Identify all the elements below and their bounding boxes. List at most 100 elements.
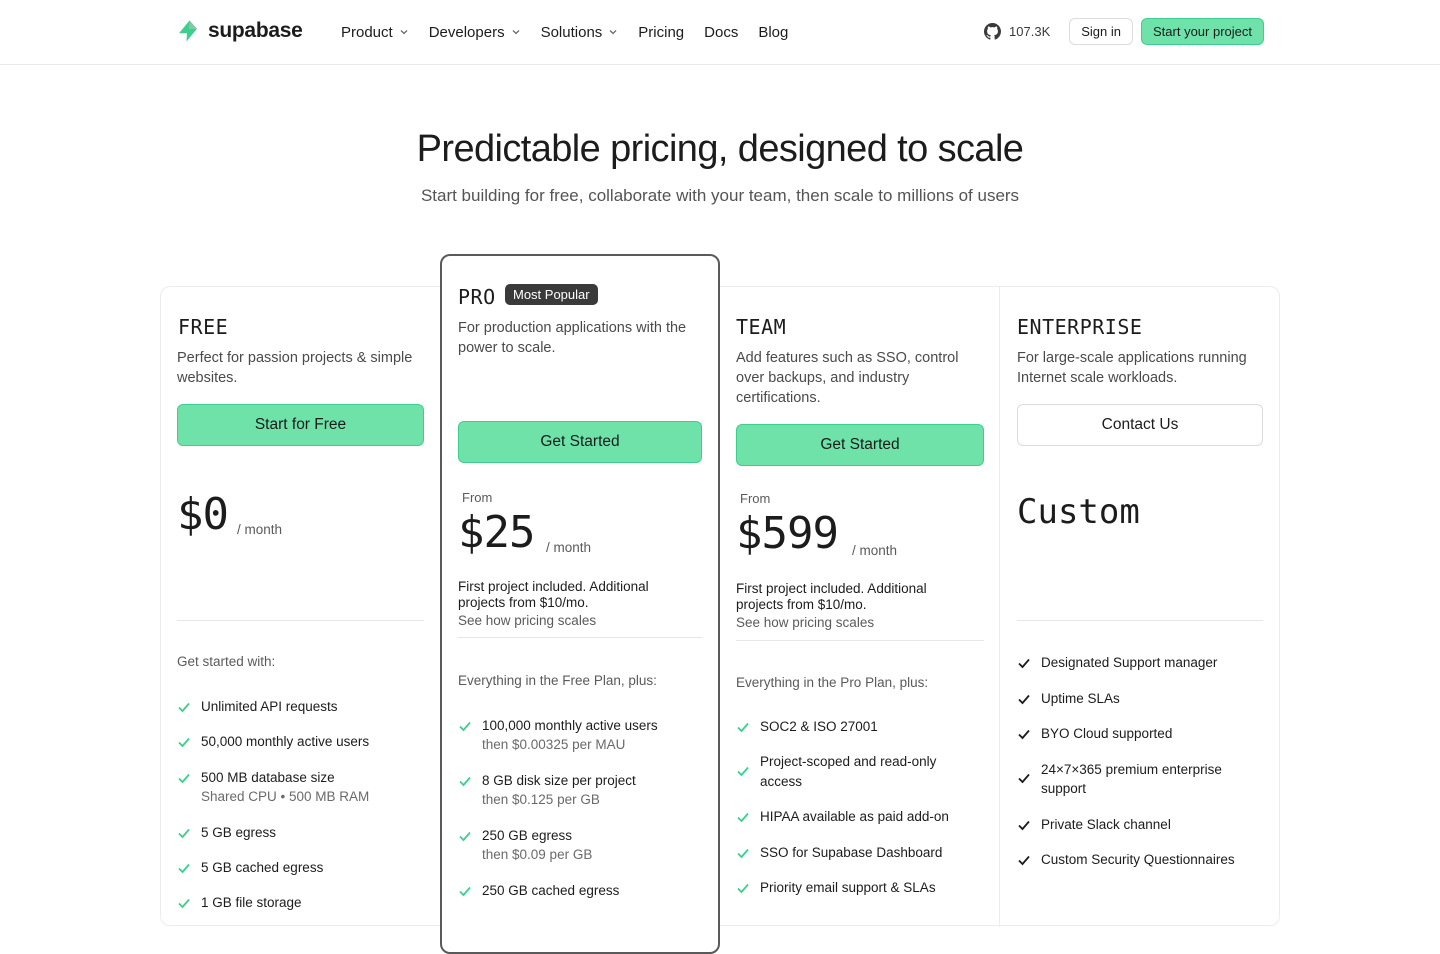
plan-description: Perfect for passion projects & simple we… [177,350,413,386]
check-icon [1018,855,1030,866]
feature-text: 5 GB cached egress [201,860,324,875]
plan-name: TEAM [736,315,787,339]
plan-price: $25 [458,507,535,558]
sign-in-button[interactable]: Sign in [1069,18,1133,45]
price-period: / month [237,522,283,537]
features-heading: Get started with: [177,654,276,669]
feature-item: Uptime SLAs [1017,689,1120,708]
check-icon [737,766,749,777]
divider [1017,620,1263,621]
nav-actions: 107.3K Sign in Start your project [984,18,1264,45]
divider [458,637,702,638]
feature-text: SSO for Supabase Dashboard [760,845,943,860]
plan-description: For large-scale applications running Int… [1017,350,1247,386]
start-for-free-button[interactable]: Start for Free [177,404,424,446]
plan-card-pro: PRO Most Popular For production applicat… [440,254,720,954]
feature-item: 500 MB database size Shared CPU • 500 MB… [177,768,369,806]
feature-main: 500 MB database size [201,770,335,785]
check-icon [178,702,190,713]
feature-text: 500 MB database size Shared CPU • 500 MB… [201,768,369,806]
plan-price: $0 [177,489,229,540]
feature-text: Designated Support manager [1041,655,1218,670]
price-period: / month [852,543,898,558]
price-from-label: From [462,490,493,505]
plan-card-enterprise: ENTERPRISE For large-scale applications … [1001,287,1279,927]
feature-item: 1 GB file storage [177,893,302,912]
top-nav: supabase Product Developers Solutions Pr… [0,0,1440,65]
nav-developers-label: Developers [428,23,505,41]
get-started-button[interactable]: Get Started [736,424,984,466]
feature-sub: then $0.09 per GB [482,847,593,862]
feature-item: SOC2 & ISO 27001 [736,717,878,736]
price-note: First project included. Additional proje… [458,579,649,610]
page-subtitle: Start building for free, collaborate wit… [420,186,1020,205]
contact-us-button[interactable]: Contact Us [1017,404,1263,446]
feature-item: BYO Cloud supported [1017,724,1172,743]
feature-item: 50,000 monthly active users [177,732,369,751]
nav-solutions-label: Solutions [540,23,603,41]
supabase-logo-icon [179,20,197,42]
price-from-label: From [740,491,771,506]
plan-description: For production applications with the pow… [458,320,687,356]
feature-item: SSO for Supabase Dashboard [736,843,942,862]
main-nav: Product Developers Solutions Pricing Doc… [341,21,808,43]
plan-price: Custom [1017,492,1140,532]
feature-item: 250 GB egress then $0.09 per GB [458,826,592,864]
check-icon [459,721,471,732]
feature-text: Priority email support & SLAs [760,880,936,895]
check-icon [737,722,749,733]
nav-solutions[interactable]: Solutions [541,24,619,41]
feature-item: 250 GB cached egress [458,881,619,900]
feature-item: Project-scoped and read-only access [736,752,976,792]
chevron-down-icon [512,30,520,35]
feature-item: 5 GB egress [177,823,276,842]
check-icon [178,898,190,909]
feature-main: 100,000 monthly active users [482,718,658,733]
plan-card-team: TEAM Add features such as SSO, control o… [720,287,1000,927]
feature-item: Custom Security Questionnaires [1017,850,1235,869]
divider [177,620,424,621]
start-project-button[interactable]: Start your project [1141,18,1264,45]
logo[interactable]: supabase [176,19,303,43]
github-stars-link[interactable]: 107.3K [984,23,1050,40]
plan-card-free: FREE Perfect for passion projects & simp… [161,287,441,927]
feature-sub: then $0.125 per GB [482,792,600,807]
plan-name: ENTERPRISE [1017,315,1143,339]
check-icon [459,886,471,897]
check-icon [737,848,749,859]
feature-text: HIPAA available as paid add-on [760,809,949,824]
feature-text: Unlimited API requests [201,699,338,714]
feature-text: 1 GB file storage [201,895,302,910]
feature-text: 50,000 monthly active users [201,734,370,749]
nav-docs[interactable]: Docs [704,24,738,41]
nav-product[interactable]: Product [341,24,409,41]
github-icon [984,23,1002,40]
nav-blog[interactable]: Blog [758,24,788,41]
check-icon [459,776,471,787]
feature-sub: then $0.00325 per MAU [482,737,626,752]
check-icon [1018,694,1030,705]
feature-item: Priority email support & SLAs [736,878,936,897]
chevron-down-icon [609,30,617,35]
get-started-button[interactable]: Get Started [458,421,702,463]
see-pricing-scales-link[interactable]: See how pricing scales [736,615,874,630]
feature-text: 250 GB cached egress [482,883,620,898]
nav-pricing[interactable]: Pricing [638,24,684,41]
divider [736,640,984,641]
feature-text: 100,000 monthly active users then $0.003… [482,716,658,754]
feature-item: 100,000 monthly active users then $0.003… [458,716,658,754]
feature-text: 250 GB egress then $0.09 per GB [482,826,592,864]
nav-developers[interactable]: Developers [429,24,521,41]
see-pricing-scales-link[interactable]: See how pricing scales [458,613,596,628]
feature-item: 5 GB cached egress [177,858,323,877]
feature-text: Project-scoped and read-only access [760,754,937,789]
feature-text: 24×7×365 premium enterprise support [1041,762,1222,796]
check-icon [178,773,190,784]
plan-description: Add features such as SSO, control over b… [736,350,959,406]
feature-item: Unlimited API requests [177,697,338,716]
check-icon [1018,773,1030,784]
features-heading: Everything in the Free Plan, plus: [458,673,657,688]
check-icon [1018,658,1030,669]
features-heading: Everything in the Pro Plan, plus: [736,675,929,690]
feature-text: SOC2 & ISO 27001 [760,719,878,734]
